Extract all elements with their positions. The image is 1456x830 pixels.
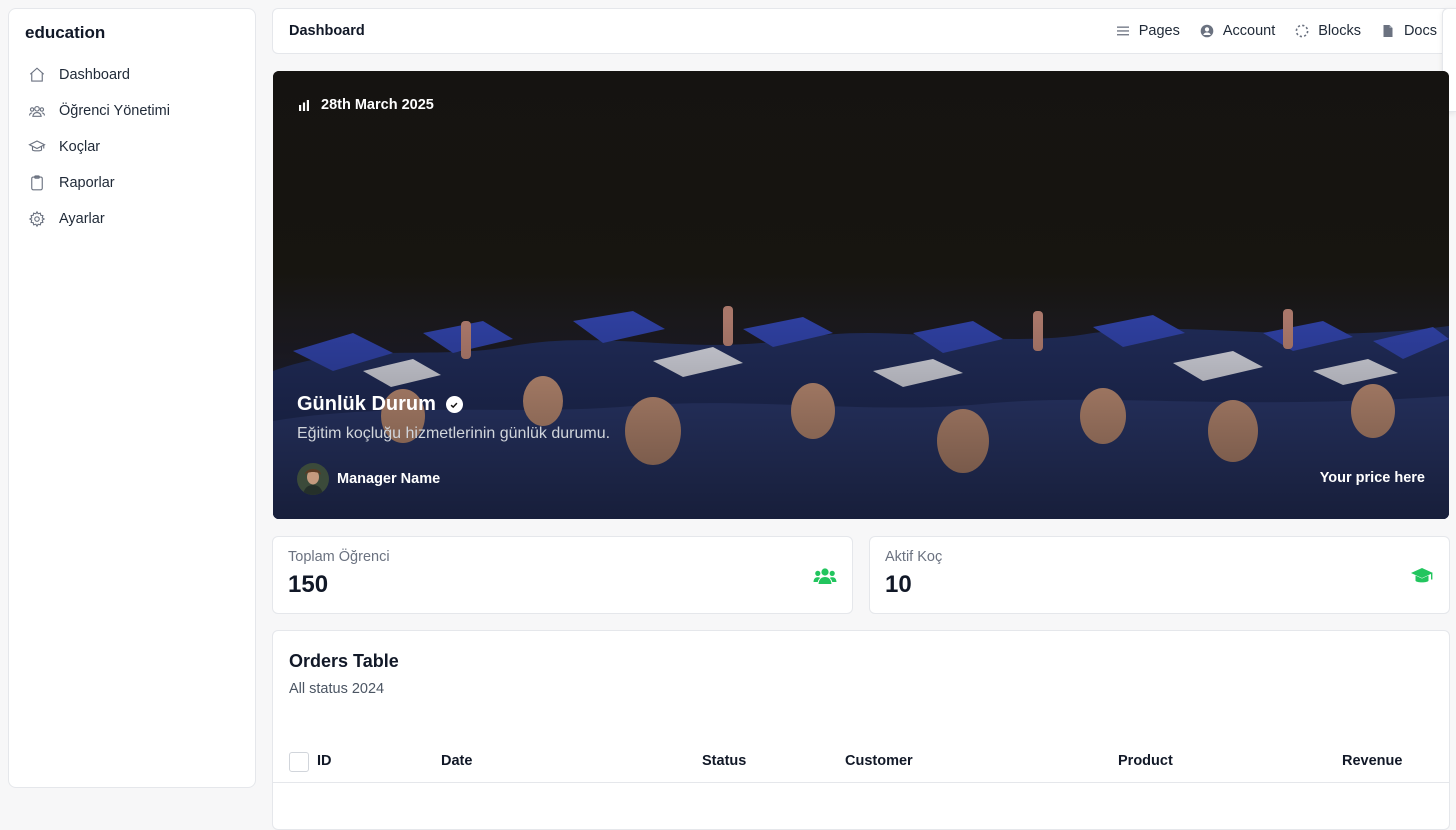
sidebar-item-label: Ayarlar [59, 211, 105, 227]
orders-table-card: Orders Table All status 2024 ID Date Sta… [272, 630, 1450, 830]
stat-label: Toplam Öğrenci [288, 549, 390, 565]
menu-lines-icon [1116, 26, 1129, 36]
column-header-product[interactable]: Product [1118, 753, 1173, 769]
sidebar-item-raporlar[interactable]: Raporlar [25, 165, 239, 201]
clipboard-icon [27, 173, 47, 193]
stat-card-active-coaches: Aktif Koç 10 [869, 536, 1450, 614]
nav-link-label: Account [1222, 23, 1276, 39]
hero-date: 28th March 2025 [297, 97, 434, 113]
sidebar-item-ayarlar[interactable]: Ayarlar [25, 201, 239, 237]
bar-chart-icon [299, 100, 309, 111]
avatar [297, 463, 329, 495]
brand-name: education [25, 23, 106, 42]
manager-name: Manager Name [337, 471, 441, 487]
column-header-revenue[interactable]: Revenue [1342, 753, 1402, 769]
sidebar-item-label: Dashboard [59, 67, 130, 83]
orders-title: Orders Table [289, 651, 399, 671]
column-header-id[interactable]: ID [317, 753, 332, 769]
sidebar-item-label: Koçlar [59, 139, 101, 155]
hero-title-text: Günlük Durum [297, 393, 436, 415]
column-header-date[interactable]: Date [441, 753, 472, 769]
graduation-cap-icon [1411, 568, 1433, 583]
gear-icon [27, 209, 47, 229]
stat-value: 150 [288, 571, 329, 598]
sidebar: education Dashboard Öğrenci Yönetimi Koç… [8, 8, 256, 788]
sidebar-item-koclar[interactable]: Koçlar [25, 129, 239, 165]
orders-subtitle: All status 2024 [289, 681, 385, 697]
stat-card-total-students: Toplam Öğrenci 150 [272, 536, 853, 614]
top-nav-links: Pages Account Blocks Docs [1116, 23, 1440, 39]
user-circle-icon [1200, 24, 1214, 38]
manager-info[interactable]: Manager Name [297, 463, 440, 495]
document-icon [1383, 25, 1393, 37]
hero-title: Günlük Durum [297, 393, 463, 416]
verified-check-icon [445, 396, 463, 413]
graduation-crowd-photo [273, 71, 1449, 519]
page-title: Dashboard [289, 23, 365, 39]
users-icon [813, 568, 837, 584]
nav-link-account[interactable]: Account [1200, 23, 1275, 39]
nav-link-docs[interactable]: Docs [1381, 23, 1437, 39]
select-all-checkbox[interactable] [289, 752, 309, 772]
stat-label: Aktif Koç [885, 549, 943, 565]
sidebar-item-dashboard[interactable]: Dashboard [25, 57, 239, 93]
column-header-status[interactable]: Status [702, 753, 746, 769]
home-icon [27, 65, 47, 85]
hero-banner: 28th March 2025 Günlük Durum Eğitim koçl… [273, 71, 1449, 519]
nav-link-pages[interactable]: Pages [1116, 23, 1180, 39]
nav-link-label: Blocks [1318, 23, 1361, 39]
stat-value: 10 [885, 571, 912, 598]
nav-link-label: Pages [1138, 23, 1180, 39]
sidebar-item-label: Öğrenci Yönetimi [59, 103, 170, 119]
top-navbar: Dashboard Pages Account Blocks Docs [272, 8, 1456, 54]
users-icon [27, 101, 47, 121]
nav-link-blocks[interactable]: Blocks [1295, 23, 1361, 39]
sidebar-item-label: Raporlar [59, 175, 115, 191]
dashed-circle-icon [1295, 24, 1309, 38]
hero-date-text: 28th March 2025 [321, 97, 434, 113]
hero-price: Your price here [1319, 470, 1425, 486]
hero-subtitle: Eğitim koçluğu hizmetlerinin günlük duru… [297, 425, 611, 442]
table-header-row: ID Date Status Customer Product Revenue [273, 735, 1449, 783]
column-header-customer[interactable]: Customer [845, 753, 913, 769]
graduation-cap-icon [27, 137, 47, 157]
sidebar-item-ogrenci-yonetimi[interactable]: Öğrenci Yönetimi [25, 93, 239, 129]
nav-link-label: Docs [1403, 23, 1437, 39]
